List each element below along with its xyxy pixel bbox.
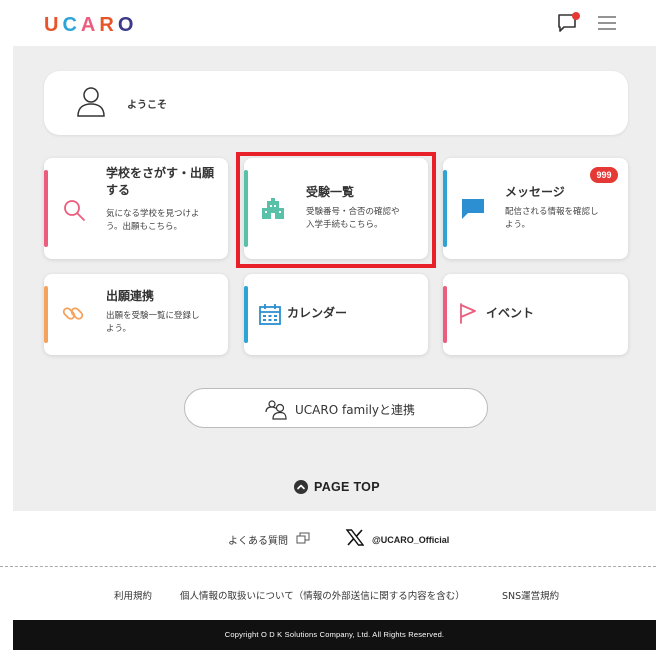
header: U C A R O	[0, 0, 656, 46]
notification-icon[interactable]	[557, 12, 581, 34]
terms-link[interactable]: 利用規約	[114, 588, 152, 602]
message-icon	[460, 197, 486, 225]
card-description: 気になる学校を見つけよ う。出願もこちら。	[106, 208, 200, 234]
card-title: 出願連携	[106, 288, 154, 305]
x-account-link[interactable]: @UCARO_Official	[345, 529, 450, 550]
user-icon	[76, 86, 106, 118]
school-search-card[interactable]: 学校をさがす・出願 する 気になる学校を見つけよ う。出願もこちら。	[44, 158, 228, 259]
card-description: 配信される情報を確認し よう。	[505, 206, 599, 232]
accent-bar	[44, 170, 48, 247]
card-title-line: メッセージ	[505, 185, 565, 199]
card-title: 学校をさがす・出願 する	[106, 165, 214, 199]
logo-letter: O	[117, 14, 135, 36]
external-link-icon	[296, 532, 310, 547]
family-button-label: UCARO familyと連携	[295, 403, 416, 417]
copyright-text: Copyright O D K Solutions Company, Ltd. …	[224, 630, 445, 639]
card-desc-line: よう。	[505, 220, 530, 230]
search-icon	[62, 198, 86, 226]
family-icon	[265, 398, 287, 420]
accent-bar	[244, 286, 248, 343]
logo-letter: C	[62, 14, 78, 36]
logo-letter: U	[44, 14, 60, 36]
card-title: カレンダー	[287, 305, 347, 322]
chevron-up-icon	[294, 480, 308, 494]
event-card[interactable]: イベント	[443, 274, 628, 355]
privacy-policy-link[interactable]: 個人情報の取扱いについて（情報の外部送信に関する内容を含む）	[180, 588, 465, 602]
page-top-label: PAGE TOP	[314, 480, 380, 494]
x-logo-icon	[345, 529, 365, 550]
accent-bar	[44, 286, 48, 343]
sns-policy-link[interactable]: SNS運営規約	[502, 588, 559, 602]
logo-letter: A	[80, 14, 97, 36]
welcome-card: ようこそ	[44, 71, 628, 135]
card-desc-line: よう。	[106, 324, 131, 334]
card-title-line: イベント	[486, 306, 535, 320]
application-link-card[interactable]: 出願連携 出願を受験一覧に登録し よう。	[44, 274, 228, 355]
ucaro-family-link-button[interactable]: UCARO familyと連携	[184, 388, 488, 428]
page-top-link[interactable]: PAGE TOP	[294, 479, 380, 495]
card-title: イベント	[486, 305, 534, 322]
copyright-footer: Copyright O D K Solutions Company, Ltd. …	[13, 620, 656, 650]
divider	[0, 566, 656, 567]
accent-bar	[443, 170, 447, 247]
card-desc-line: う。出願もこちら。	[106, 222, 182, 232]
logo-letter: R	[99, 14, 115, 36]
accent-bar	[443, 286, 447, 343]
card-title: メッセージ	[505, 184, 565, 201]
card-desc-line: 配信される情報を確認し	[505, 207, 599, 217]
calendar-card[interactable]: カレンダー	[244, 274, 428, 355]
calendar-icon	[258, 303, 282, 329]
card-desc-line: 気になる学校を見つけよ	[106, 209, 200, 219]
highlight-box	[236, 152, 436, 268]
ucaro-logo[interactable]: U C A R O	[44, 14, 134, 37]
faq-link[interactable]: よくある質問	[228, 532, 310, 547]
card-title-line: する	[106, 183, 131, 197]
card-title-line: カレンダー	[287, 306, 348, 320]
faq-label: よくある質問	[228, 536, 288, 547]
flag-icon	[458, 302, 478, 328]
link-icon	[61, 301, 85, 329]
card-desc-line: 出願を受験一覧に登録し	[106, 311, 200, 321]
card-title-line: 学校をさがす・出願	[106, 166, 215, 180]
welcome-text: ようこそ	[127, 100, 167, 111]
hamburger-menu-icon[interactable]	[596, 14, 618, 32]
x-handle: @UCARO_Official	[372, 534, 450, 545]
unread-count-badge: 999	[590, 167, 618, 183]
card-title-line: 出願連携	[106, 289, 155, 303]
card-description: 出願を受験一覧に登録し よう。	[106, 310, 200, 336]
